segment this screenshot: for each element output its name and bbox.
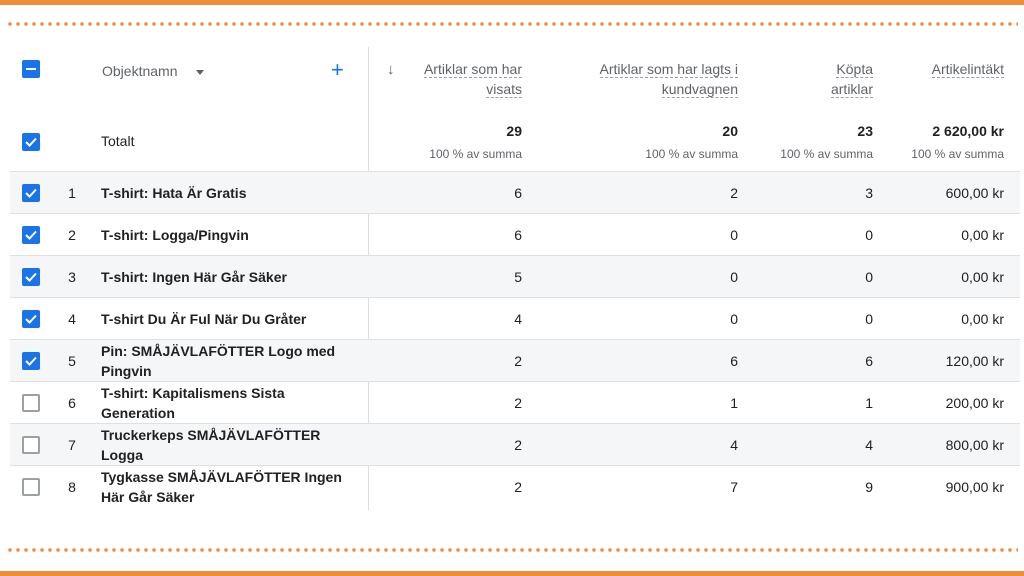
check-icon xyxy=(25,314,37,324)
column-header-items-viewed[interactable]: Artiklar som har visats xyxy=(392,59,522,99)
table-row[interactable]: 3 T-shirt: Ingen Här Går Säker 5 0 0 0,0… xyxy=(10,255,1020,298)
items-purchased: 9 xyxy=(865,479,873,495)
total-items-viewed: 29 xyxy=(506,123,522,139)
items-purchased: 0 xyxy=(865,269,873,285)
item-name: T-shirt: Hata Är Gratis xyxy=(101,185,247,201)
dotted-divider-top xyxy=(6,22,1018,26)
row-index: 1 xyxy=(68,185,76,201)
row-index: 4 xyxy=(68,311,76,327)
check-icon xyxy=(25,272,37,282)
row-index: 3 xyxy=(68,269,76,285)
check-icon xyxy=(25,230,37,240)
item-name: Pin: SMÅJÄVLAFÖTTER Logo med Pingvin xyxy=(101,343,336,379)
item-revenue: 200,00 kr xyxy=(945,395,1004,411)
item-name: Truckerkeps SMÅJÄVLAFÖTTER Logga xyxy=(101,427,321,463)
items-viewed: 2 xyxy=(514,437,522,453)
check-icon xyxy=(25,356,37,366)
table-row[interactable]: 4 T-shirt Du Är Ful När Du Gråter 4 0 0 … xyxy=(10,297,1020,340)
items-viewed: 2 xyxy=(514,353,522,369)
table-row[interactable]: 8 Tygkasse SMÅJÄVLAFÖTTER Ingen Här Går S… xyxy=(10,465,1020,508)
total-share: 100 % av summa xyxy=(911,147,1004,161)
item-name: T-shirt: Ingen Här Går Säker xyxy=(101,269,287,285)
select-all-checkbox[interactable] xyxy=(22,60,40,78)
item-revenue: 120,00 kr xyxy=(945,353,1004,369)
item-revenue: 0,00 kr xyxy=(961,311,1004,327)
item-revenue: 600,00 kr xyxy=(945,185,1004,201)
items-added: 1 xyxy=(730,395,738,411)
items-viewed: 2 xyxy=(514,479,522,495)
item-name: T-shirt: Kapitalismens Sista Generation xyxy=(101,385,285,421)
row-checkbox[interactable] xyxy=(22,226,40,244)
row-checkbox[interactable] xyxy=(22,352,40,370)
items-viewed: 6 xyxy=(514,227,522,243)
item-revenue: 800,00 kr xyxy=(945,437,1004,453)
plus-icon: + xyxy=(331,57,344,82)
items-added: 0 xyxy=(730,311,738,327)
items-purchased: 0 xyxy=(865,311,873,327)
row-checkbox[interactable] xyxy=(22,394,40,412)
items-purchased: 6 xyxy=(865,353,873,369)
items-added: 4 xyxy=(730,437,738,453)
caret-down-icon[interactable] xyxy=(196,70,204,75)
minus-checkbox-icon xyxy=(26,68,36,70)
total-items-purchased: 23 xyxy=(857,123,873,139)
check-icon xyxy=(25,188,37,198)
table-row[interactable]: 5 Pin: SMÅJÄVLAFÖTTER Logo med Pingvin 2 … xyxy=(10,339,1020,382)
items-purchased: 3 xyxy=(865,185,873,201)
items-purchased: 1 xyxy=(865,395,873,411)
items-viewed: 4 xyxy=(514,311,522,327)
items-added: 2 xyxy=(730,185,738,201)
add-dimension-button[interactable]: + xyxy=(331,59,344,81)
column-header-items-purchased[interactable]: Köpta artiklar xyxy=(773,59,873,99)
row-index: 2 xyxy=(68,227,76,243)
total-item-revenue: 2 620,00 kr xyxy=(932,123,1004,139)
total-items-added: 20 xyxy=(722,123,738,139)
totals-label: Totalt xyxy=(101,133,135,149)
dotted-divider-bottom xyxy=(6,548,1018,552)
total-share: 100 % av summa xyxy=(645,147,738,161)
items-viewed: 2 xyxy=(514,395,522,411)
items-purchased: 4 xyxy=(865,437,873,453)
row-index: 8 xyxy=(68,479,76,495)
total-share: 100 % av summa xyxy=(780,147,873,161)
check-icon xyxy=(25,137,37,147)
item-name: Tygkasse SMÅJÄVLAFÖTTER Ingen Här Går Säk… xyxy=(101,469,342,505)
item-revenue: 0,00 kr xyxy=(961,269,1004,285)
items-purchased: 0 xyxy=(865,227,873,243)
items-added: 6 xyxy=(730,353,738,369)
items-added: 0 xyxy=(730,227,738,243)
column-header-items-added-to-cart[interactable]: Artiklar som har lagts i kundvagnen xyxy=(568,59,738,99)
row-checkbox[interactable] xyxy=(22,436,40,454)
item-revenue: 900,00 kr xyxy=(945,479,1004,495)
items-viewed: 6 xyxy=(514,185,522,201)
items-added: 7 xyxy=(730,479,738,495)
total-share: 100 % av summa xyxy=(429,147,522,161)
items-added: 0 xyxy=(730,269,738,285)
top-border xyxy=(0,0,1024,5)
item-name: T-shirt: Logga/Pingvin xyxy=(101,227,249,243)
item-revenue: 0,00 kr xyxy=(961,227,1004,243)
row-index: 6 xyxy=(68,395,76,411)
row-index: 5 xyxy=(68,353,76,369)
table-row[interactable]: 2 T-shirt: Logga/Pingvin 6 0 0 0,00 kr xyxy=(10,213,1020,256)
row-checkbox[interactable] xyxy=(22,184,40,202)
item-name: T-shirt Du Är Ful När Du Gråter xyxy=(101,311,307,327)
table-row[interactable]: 6 T-shirt: Kapitalismens Sista Generation… xyxy=(10,381,1020,424)
object-name-label: Objektnamn xyxy=(102,63,178,79)
bottom-border xyxy=(0,571,1024,576)
row-checkbox[interactable] xyxy=(22,478,40,496)
object-name-dropdown[interactable]: Objektnamn xyxy=(102,63,177,79)
row-checkbox[interactable] xyxy=(22,268,40,286)
column-header-item-revenue[interactable]: Artikelintäkt xyxy=(894,59,1004,79)
items-viewed: 5 xyxy=(514,269,522,285)
table-row[interactable]: 1 T-shirt: Hata Är Gratis 6 2 3 600,00 k… xyxy=(10,171,1020,214)
totals-checkbox[interactable] xyxy=(22,133,40,151)
row-index: 7 xyxy=(68,437,76,453)
row-checkbox[interactable] xyxy=(22,310,40,328)
table-row[interactable]: 7 Truckerkeps SMÅJÄVLAFÖTTER Logga 2 4 4 … xyxy=(10,423,1020,466)
